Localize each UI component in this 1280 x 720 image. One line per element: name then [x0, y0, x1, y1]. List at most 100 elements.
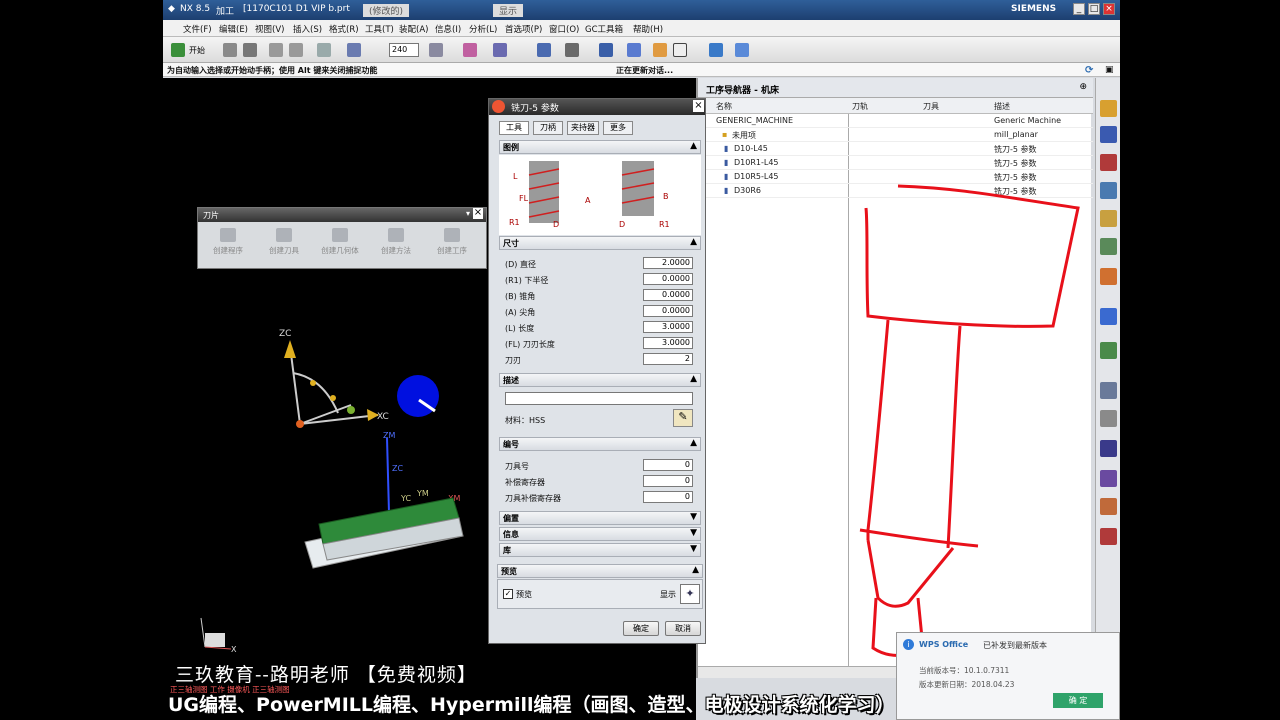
new-icon[interactable] — [223, 43, 237, 57]
show-flashlight-icon[interactable]: ✦ — [680, 584, 700, 604]
web-browser-icon[interactable] — [1100, 308, 1117, 325]
menu-file[interactable]: 文件(F) — [183, 23, 212, 35]
expand-icon[interactable]: ▼ — [690, 512, 697, 522]
section-icon[interactable] — [653, 43, 667, 57]
cutcom-register-field[interactable]: 0 — [643, 491, 693, 503]
length-field[interactable]: 3.0000 — [643, 321, 693, 333]
system-materials-icon[interactable] — [1100, 410, 1117, 427]
move-icon[interactable] — [735, 43, 749, 57]
refresh-icon[interactable]: ⟳ — [1085, 65, 1093, 76]
palette-close-icon[interactable]: × — [473, 208, 483, 219]
pan-icon[interactable] — [493, 43, 507, 57]
y-handle[interactable] — [347, 406, 355, 414]
layer-icon[interactable] — [673, 43, 687, 57]
rotate-handle[interactable] — [310, 380, 316, 386]
menu-insert[interactable]: 插入(S) — [293, 23, 322, 35]
resource-icon[interactable]: ▣ — [1105, 65, 1114, 75]
rotate-handle[interactable] — [330, 395, 336, 401]
dialog-close-icon[interactable]: × — [693, 100, 704, 112]
ok-button[interactable]: 确定 — [623, 621, 659, 636]
taper-angle-field[interactable]: 0.0000 — [643, 289, 693, 301]
menu-view[interactable]: 视图(V) — [255, 23, 284, 35]
hd3d-tools-icon[interactable] — [1100, 268, 1117, 285]
menu-preferences[interactable]: 首选项(P) — [505, 23, 542, 35]
section-numbering[interactable]: 编号 ▲ — [499, 437, 701, 451]
wps-update-popup[interactable]: i WPS Office 已补发到最新版本 当前版本号：10.1.0.7311 … — [896, 632, 1120, 720]
mill-tool-dialog[interactable]: 铣刀-5 参数 × 工具 刀柄 夹持器 更多 图例 ▲ L FL R1 D A B… — [488, 98, 706, 644]
operation-navigator-icon[interactable] — [1100, 182, 1117, 199]
dialog-title-bar[interactable]: 铣刀-5 参数 × — [489, 99, 705, 115]
section-description[interactable]: 描述 ▲ — [499, 373, 701, 387]
fit-icon[interactable] — [429, 43, 443, 57]
flutes-field[interactable]: 2 — [643, 353, 693, 365]
render-style-icon[interactable] — [565, 43, 579, 57]
close-button[interactable]: × — [1103, 3, 1115, 15]
roles-icon[interactable] — [1100, 498, 1117, 515]
manufacturing-wizard-icon[interactable] — [1100, 470, 1117, 487]
menu-window[interactable]: 窗口(O) — [549, 23, 579, 35]
palette-title-bar[interactable]: 刀片 ▾ × — [198, 208, 486, 222]
menu-assembly[interactable]: 装配(A) — [399, 23, 428, 35]
diameter-field[interactable]: 2.0000 — [643, 257, 693, 269]
menu-help[interactable]: 帮助(H) — [633, 23, 663, 35]
process-studio-icon[interactable] — [1100, 440, 1117, 457]
create-operation-button[interactable]: 创建工序 — [426, 228, 478, 256]
section-preview[interactable]: 预览 ▲ — [497, 564, 703, 578]
material-wrench-icon[interactable]: ✎ — [673, 409, 693, 427]
flute-length-field[interactable]: 3.0000 — [643, 337, 693, 349]
shaded-icon[interactable] — [599, 43, 613, 57]
undo-icon[interactable] — [269, 43, 283, 57]
create-tool-button[interactable]: 创建刀具 — [258, 228, 310, 256]
create-program-button[interactable]: 创建程序 — [202, 228, 254, 256]
operation-navigator[interactable]: 工序导航器 - 机床 ⊕ 名称 刀轨 刀具 描述 GENERIC_MACHINE… — [696, 78, 1093, 678]
expand-icon[interactable]: ▼ — [690, 544, 697, 554]
create-geometry-button[interactable]: 创建几何体 — [314, 228, 366, 256]
menu-info[interactable]: 信息(I) — [435, 23, 461, 35]
start-icon[interactable] — [171, 43, 185, 57]
section-dimensions[interactable]: 尺寸 ▲ — [499, 236, 701, 250]
lower-radius-field[interactable]: 0.0000 — [643, 273, 693, 285]
create-method-button[interactable]: 创建方法 — [370, 228, 422, 256]
tab-holder-shank[interactable]: 刀柄 — [533, 121, 563, 135]
redo-icon[interactable] — [289, 43, 303, 57]
collapse-icon[interactable]: ▲ — [690, 237, 697, 247]
section-info[interactable]: 信息 ▼ — [499, 527, 701, 541]
wcs-icon[interactable] — [709, 43, 723, 57]
tool-number-field[interactable]: 0 — [643, 459, 693, 471]
tab-holder[interactable]: 夹持器 — [567, 121, 599, 135]
system-scenes-icon[interactable] — [1100, 528, 1117, 545]
insert-palette[interactable]: 刀片 ▾ × 创建程序 创建刀具 创建几何体 创建方法 创建工序 — [197, 207, 487, 269]
menu-analysis[interactable]: 分析(L) — [469, 23, 497, 35]
minimize-button[interactable]: _ — [1073, 3, 1085, 15]
snap-icon[interactable] — [347, 43, 361, 57]
preview-checkbox[interactable]: ✓ — [503, 589, 513, 599]
menu-tools[interactable]: 工具(T) — [365, 23, 394, 35]
tab-tool[interactable]: 工具 — [499, 121, 529, 135]
menu-gc-toolbox[interactable]: GC工具箱 — [585, 23, 623, 35]
description-input[interactable] — [505, 392, 693, 405]
machine-tool-navigator-icon[interactable] — [1100, 210, 1117, 227]
zoom-select[interactable]: 240 — [389, 43, 419, 57]
menu-format[interactable]: 格式(R) — [329, 23, 359, 35]
expand-icon[interactable]: ▼ — [690, 528, 697, 538]
save-icon[interactable] — [243, 43, 257, 57]
wcs-origin-handle[interactable] — [296, 420, 304, 428]
palette-menu-icon[interactable]: ▾ — [466, 209, 470, 218]
constraint-navigator-icon[interactable] — [1100, 154, 1117, 171]
part-navigator-icon[interactable] — [1100, 126, 1117, 143]
assembly-navigator-icon[interactable] — [1100, 100, 1117, 117]
section-library[interactable]: 库 ▼ — [499, 543, 701, 557]
reuse-library-icon[interactable] — [1100, 238, 1117, 255]
rotate-icon[interactable] — [463, 43, 477, 57]
tab-more[interactable]: 更多 — [603, 121, 633, 135]
restore-button[interactable]: □ — [1088, 3, 1100, 15]
wireframe-icon[interactable] — [627, 43, 641, 57]
wps-ok-button[interactable]: 确 定 — [1053, 693, 1103, 708]
clock-icon[interactable] — [1100, 382, 1117, 399]
collapse-icon[interactable]: ▲ — [690, 438, 697, 448]
cancel-button[interactable]: 取消 — [665, 621, 701, 636]
menu-edit[interactable]: 编辑(E) — [219, 23, 248, 35]
tip-angle-field[interactable]: 0.0000 — [643, 305, 693, 317]
adjust-register-field[interactable]: 0 — [643, 475, 693, 487]
history-icon[interactable] — [1100, 342, 1117, 359]
